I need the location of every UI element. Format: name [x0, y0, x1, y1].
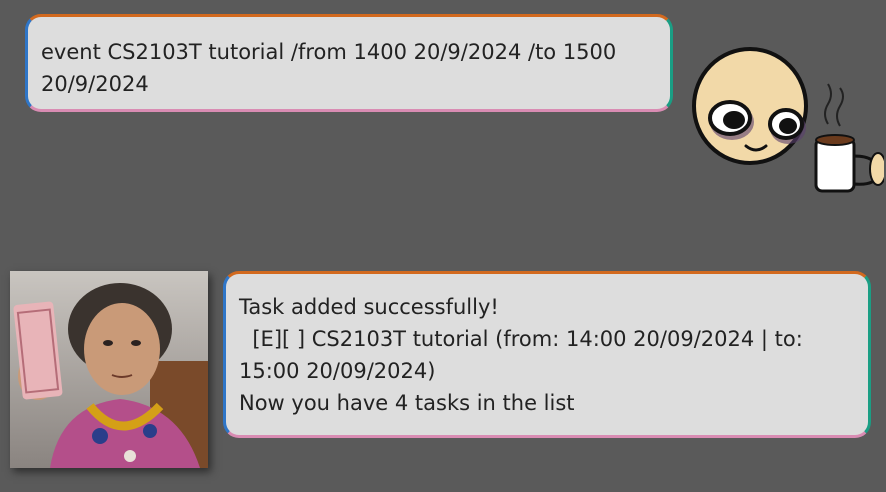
- bot-message-line-1: Task added successfully!: [239, 295, 499, 319]
- user-avatar: [692, 47, 884, 193]
- face-icon: [692, 47, 808, 165]
- bot-message-line-3: Now you have 4 tasks in the list: [239, 391, 575, 415]
- bot-avatar: [10, 271, 208, 468]
- user-message-text: event CS2103T tutorial /from 1400 20/9/2…: [41, 40, 623, 96]
- bot-message-line-2: [E][ ] CS2103T tutorial (from: 14:00 20/…: [239, 327, 810, 383]
- user-message-bubble: event CS2103T tutorial /from 1400 20/9/2…: [25, 14, 673, 112]
- coffee-mug-icon: [814, 134, 884, 193]
- bot-message-bubble: Task added successfully! [E][ ] CS2103T …: [223, 271, 871, 438]
